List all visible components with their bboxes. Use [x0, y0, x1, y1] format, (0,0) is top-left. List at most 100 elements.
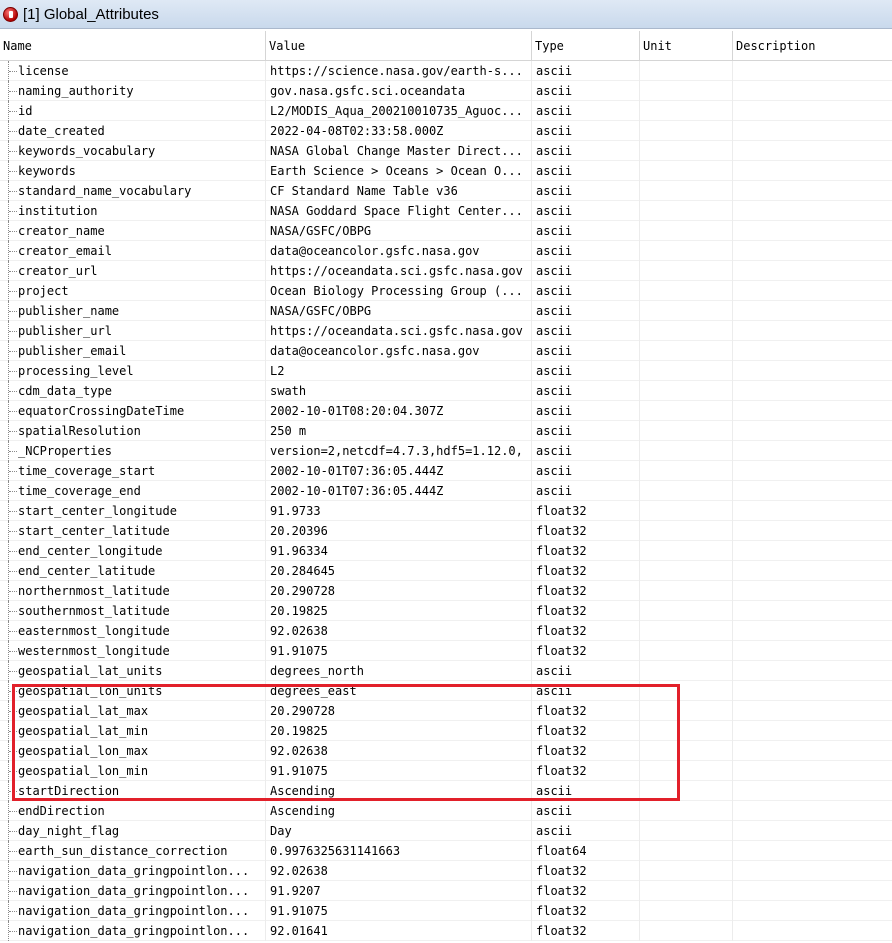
cell-value[interactable]: Day [266, 821, 532, 841]
cell-type[interactable]: ascii [532, 801, 640, 821]
cell-value[interactable]: data@oceancolor.gsfc.nasa.gov [266, 341, 532, 361]
cell-value[interactable]: 91.96334 [266, 541, 532, 561]
cell-name[interactable]: keywords_vocabulary [0, 141, 266, 161]
cell-name[interactable]: southernmost_latitude [0, 601, 266, 621]
cell-name[interactable]: start_center_longitude [0, 501, 266, 521]
cell-type[interactable]: float32 [532, 741, 640, 761]
cell-unit[interactable] [640, 121, 733, 141]
cell-type[interactable]: ascii [532, 121, 640, 141]
cell-value[interactable]: 0.9976325631141663 [266, 841, 532, 861]
cell-description[interactable] [733, 921, 892, 941]
table-row[interactable]: westernmost_longitude 91.91075 float32 [0, 641, 892, 661]
cell-name[interactable]: time_coverage_start [0, 461, 266, 481]
table-row[interactable]: institution NASA Goddard Space Flight Cen… [0, 201, 892, 221]
cell-name[interactable]: standard_name_vocabulary [0, 181, 266, 201]
cell-type[interactable]: ascii [532, 341, 640, 361]
cell-name[interactable]: id [0, 101, 266, 121]
cell-name[interactable]: creator_url [0, 261, 266, 281]
cell-type[interactable]: float32 [532, 521, 640, 541]
table-row[interactable]: equatorCrossingDateTime 2002-10-01T08:20:… [0, 401, 892, 421]
cell-name[interactable]: geospatial_lat_units [0, 661, 266, 681]
cell-description[interactable] [733, 401, 892, 421]
cell-description[interactable] [733, 561, 892, 581]
cell-unit[interactable] [640, 841, 733, 861]
cell-description[interactable] [733, 601, 892, 621]
cell-name[interactable]: publisher_email [0, 341, 266, 361]
cell-name[interactable]: _NCProperties [0, 441, 266, 461]
cell-unit[interactable] [640, 701, 733, 721]
cell-description[interactable] [733, 321, 892, 341]
cell-name[interactable]: equatorCrossingDateTime [0, 401, 266, 421]
cell-name[interactable]: creator_name [0, 221, 266, 241]
cell-type[interactable]: float64 [532, 841, 640, 861]
cell-name[interactable]: endDirection [0, 801, 266, 821]
cell-type[interactable]: ascii [532, 481, 640, 501]
cell-unit[interactable] [640, 761, 733, 781]
cell-type[interactable]: ascii [532, 321, 640, 341]
cell-type[interactable]: float32 [532, 921, 640, 941]
cell-unit[interactable] [640, 301, 733, 321]
cell-unit[interactable] [640, 661, 733, 681]
cell-value[interactable]: 92.01641 [266, 921, 532, 941]
cell-name[interactable]: navigation_data_gringpointlon... [0, 861, 266, 881]
cell-value[interactable]: Ocean Biology Processing Group (... [266, 281, 532, 301]
table-row[interactable]: southernmost_latitude 20.19825 float32 [0, 601, 892, 621]
cell-name[interactable]: license [0, 61, 266, 81]
cell-value[interactable]: swath [266, 381, 532, 401]
cell-unit[interactable] [640, 901, 733, 921]
cell-type[interactable]: ascii [532, 781, 640, 801]
cell-description[interactable] [733, 841, 892, 861]
table-row[interactable]: navigation_data_gringpointlon... 92.02638… [0, 861, 892, 881]
cell-description[interactable] [733, 821, 892, 841]
cell-value[interactable]: 91.91075 [266, 641, 532, 661]
cell-name[interactable]: time_coverage_end [0, 481, 266, 501]
cell-name[interactable]: geospatial_lon_units [0, 681, 266, 701]
cell-value[interactable]: NASA Global Change Master Direct... [266, 141, 532, 161]
cell-unit[interactable] [640, 241, 733, 261]
cell-type[interactable]: ascii [532, 141, 640, 161]
cell-type[interactable]: ascii [532, 61, 640, 81]
table-row[interactable]: end_center_longitude 91.96334 float32 [0, 541, 892, 561]
cell-description[interactable] [733, 781, 892, 801]
cell-unit[interactable] [640, 541, 733, 561]
cell-description[interactable] [733, 261, 892, 281]
cell-value[interactable]: Ascending [266, 801, 532, 821]
cell-description[interactable] [733, 61, 892, 81]
cell-name[interactable]: geospatial_lat_min [0, 721, 266, 741]
cell-value[interactable]: https://science.nasa.gov/earth-s... [266, 61, 532, 81]
cell-unit[interactable] [640, 361, 733, 381]
cell-unit[interactable] [640, 161, 733, 181]
cell-unit[interactable] [640, 461, 733, 481]
cell-description[interactable] [733, 81, 892, 101]
cell-value[interactable]: data@oceancolor.gsfc.nasa.gov [266, 241, 532, 261]
cell-description[interactable] [733, 681, 892, 701]
cell-unit[interactable] [640, 481, 733, 501]
cell-name[interactable]: naming_authority [0, 81, 266, 101]
cell-value[interactable]: NASA Goddard Space Flight Center... [266, 201, 532, 221]
cell-name[interactable]: creator_email [0, 241, 266, 261]
cell-description[interactable] [733, 521, 892, 541]
cell-name[interactable]: northernmost_latitude [0, 581, 266, 601]
cell-name[interactable]: end_center_latitude [0, 561, 266, 581]
cell-name[interactable]: end_center_longitude [0, 541, 266, 561]
cell-name[interactable]: navigation_data_gringpointlon... [0, 881, 266, 901]
cell-unit[interactable] [640, 81, 733, 101]
table-row[interactable]: processing_level L2 ascii [0, 361, 892, 381]
cell-unit[interactable] [640, 601, 733, 621]
table-row[interactable]: time_coverage_start 2002-10-01T07:36:05.4… [0, 461, 892, 481]
cell-description[interactable] [733, 541, 892, 561]
cell-unit[interactable] [640, 401, 733, 421]
cell-type[interactable]: float32 [532, 861, 640, 881]
cell-unit[interactable] [640, 201, 733, 221]
cell-type[interactable]: float32 [532, 581, 640, 601]
cell-name[interactable]: keywords [0, 161, 266, 181]
table-row[interactable]: keywords_vocabulary NASA Global Change Ma… [0, 141, 892, 161]
table-row[interactable]: end_center_latitude 20.284645 float32 [0, 561, 892, 581]
cell-value[interactable]: L2/MODIS_Aqua_200210010735_Aguoc... [266, 101, 532, 121]
cell-unit[interactable] [640, 421, 733, 441]
cell-value[interactable]: 91.91075 [266, 901, 532, 921]
table-row[interactable]: naming_authority gov.nasa.gsfc.sci.oceand… [0, 81, 892, 101]
table-row[interactable]: earth_sun_distance_correction 0.997632563… [0, 841, 892, 861]
cell-description[interactable] [733, 441, 892, 461]
cell-name[interactable]: publisher_url [0, 321, 266, 341]
